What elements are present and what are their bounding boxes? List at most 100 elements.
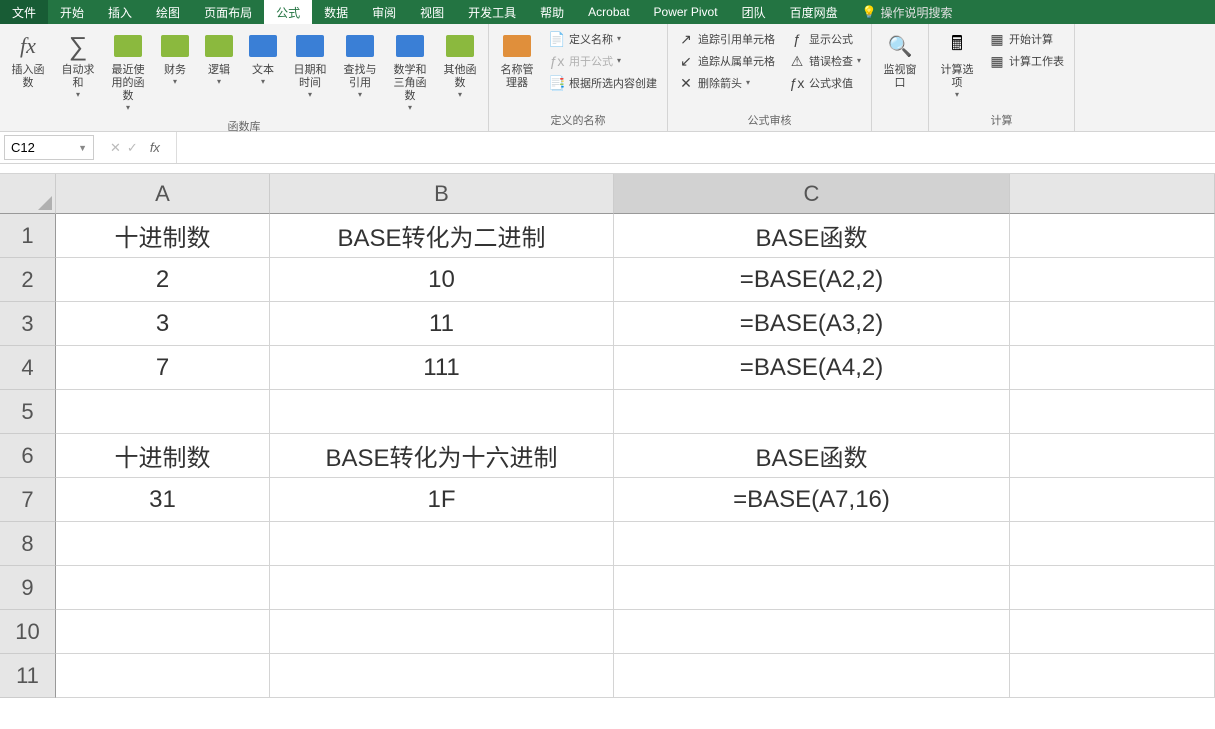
cell[interactable] (1010, 654, 1215, 698)
row-header[interactable]: 2 (0, 258, 56, 302)
cell[interactable]: 111 (270, 346, 614, 390)
cell[interactable] (614, 390, 1010, 434)
text-button[interactable]: 文本 ▾ (242, 27, 284, 116)
name-box[interactable]: C12 ▼ (4, 135, 94, 160)
cell[interactable]: BASE函数 (614, 434, 1010, 478)
cell[interactable] (56, 654, 270, 698)
menu-baidu[interactable]: 百度网盘 (778, 0, 850, 24)
show-formulas-button[interactable]: ƒ 显示公式 (785, 29, 865, 49)
menu-view[interactable]: 视图 (408, 0, 456, 24)
cell[interactable] (1010, 390, 1215, 434)
cell[interactable] (1010, 214, 1215, 258)
menu-team[interactable]: 团队 (730, 0, 778, 24)
col-header-b[interactable]: B (270, 174, 614, 214)
select-all-corner[interactable] (0, 174, 56, 214)
col-header-c[interactable]: C (614, 174, 1010, 214)
col-header-a[interactable]: A (56, 174, 270, 214)
cell[interactable]: BASE函数 (614, 214, 1010, 258)
cell[interactable]: BASE转化为十六进制 (270, 434, 614, 478)
cell[interactable] (56, 390, 270, 434)
menu-home[interactable]: 开始 (48, 0, 96, 24)
cell[interactable]: 十进制数 (56, 434, 270, 478)
menu-review[interactable]: 审阅 (360, 0, 408, 24)
row-header[interactable]: 6 (0, 434, 56, 478)
lookup-ref-button[interactable]: 查找与引用 ▾ (336, 27, 384, 116)
cell[interactable] (1010, 302, 1215, 346)
autosum-button[interactable]: ∑ 自动求和 ▾ (54, 27, 102, 116)
logical-button[interactable]: 逻辑 ▾ (198, 27, 240, 116)
cell[interactable] (1010, 478, 1215, 522)
cell[interactable] (1010, 346, 1215, 390)
calc-sheet-button[interactable]: ▦ 计算工作表 (985, 51, 1068, 71)
cell[interactable] (614, 522, 1010, 566)
error-checking-button[interactable]: ⚠ 错误检查 ▾ (785, 51, 865, 71)
trace-precedents-button[interactable]: ↗ 追踪引用单元格 (674, 29, 779, 49)
define-name-button[interactable]: 📄 定义名称 ▾ (545, 29, 661, 49)
calc-now-button[interactable]: ▦ 开始计算 (985, 29, 1068, 49)
use-in-formula-button[interactable]: ƒx 用于公式 ▾ (545, 51, 661, 71)
cell[interactable] (1010, 566, 1215, 610)
cell[interactable] (56, 610, 270, 654)
trace-dependents-button[interactable]: ↙ 追踪从属单元格 (674, 51, 779, 71)
row-header[interactable]: 10 (0, 610, 56, 654)
row-header[interactable]: 3 (0, 302, 56, 346)
menu-file[interactable]: 文件 (0, 0, 48, 24)
menu-draw[interactable]: 绘图 (144, 0, 192, 24)
cell[interactable]: 2 (56, 258, 270, 302)
cell[interactable]: =BASE(A4,2) (614, 346, 1010, 390)
col-header-d[interactable] (1010, 174, 1215, 214)
cell[interactable] (270, 566, 614, 610)
cell[interactable]: =BASE(A3,2) (614, 302, 1010, 346)
cell[interactable] (614, 654, 1010, 698)
cell[interactable]: 1F (270, 478, 614, 522)
cell[interactable]: 10 (270, 258, 614, 302)
cell[interactable]: BASE转化为二进制 (270, 214, 614, 258)
cell[interactable] (1010, 258, 1215, 302)
cell[interactable]: 11 (270, 302, 614, 346)
menu-acrobat[interactable]: Acrobat (576, 0, 641, 24)
create-from-selection-button[interactable]: 📑 根据所选内容创建 (545, 73, 661, 93)
cell[interactable]: =BASE(A2,2) (614, 258, 1010, 302)
menu-page-layout[interactable]: 页面布局 (192, 0, 264, 24)
cell[interactable]: 3 (56, 302, 270, 346)
menu-formulas[interactable]: 公式 (264, 0, 312, 24)
cell[interactable] (1010, 522, 1215, 566)
cell[interactable]: 31 (56, 478, 270, 522)
cell[interactable] (270, 610, 614, 654)
evaluate-formula-button[interactable]: ƒx 公式求值 (785, 73, 865, 93)
row-header[interactable]: 8 (0, 522, 56, 566)
row-header[interactable]: 5 (0, 390, 56, 434)
date-time-button[interactable]: 日期和时间 ▾ (286, 27, 334, 116)
recently-used-button[interactable]: 最近使用的函数 ▾ (104, 27, 152, 116)
row-header[interactable]: 4 (0, 346, 56, 390)
fx-icon[interactable]: fx (144, 140, 166, 155)
row-header[interactable]: 9 (0, 566, 56, 610)
cell[interactable]: 7 (56, 346, 270, 390)
menu-developer[interactable]: 开发工具 (456, 0, 528, 24)
menu-power-pivot[interactable]: Power Pivot (642, 0, 730, 24)
cell[interactable] (270, 654, 614, 698)
math-trig-button[interactable]: 数学和三角函数 ▾ (386, 27, 434, 116)
cell[interactable]: 十进制数 (56, 214, 270, 258)
menu-help[interactable]: 帮助 (528, 0, 576, 24)
financial-button[interactable]: 财务 ▾ (154, 27, 196, 116)
cell[interactable] (614, 610, 1010, 654)
more-functions-button[interactable]: 其他函数 ▾ (436, 27, 484, 116)
name-manager-button[interactable]: 名称管理器 (493, 27, 541, 110)
formula-bar-resize-handle[interactable] (0, 164, 1215, 174)
cell[interactable] (1010, 434, 1215, 478)
row-header[interactable]: 7 (0, 478, 56, 522)
cell[interactable] (270, 390, 614, 434)
watch-window-button[interactable]: 🔍 监视窗口 (876, 27, 924, 126)
cell[interactable]: =BASE(A7,16) (614, 478, 1010, 522)
cell[interactable] (56, 566, 270, 610)
cell[interactable] (614, 566, 1010, 610)
row-header[interactable]: 11 (0, 654, 56, 698)
formula-input[interactable] (177, 144, 1215, 152)
cell[interactable] (1010, 610, 1215, 654)
insert-function-button[interactable]: fx 插入函数 (4, 27, 52, 116)
accept-formula-icon[interactable]: ✓ (127, 140, 138, 156)
tell-me-search[interactable]: 💡 操作说明搜索 (850, 0, 965, 24)
menu-insert[interactable]: 插入 (96, 0, 144, 24)
cancel-formula-icon[interactable]: ✕ (110, 140, 121, 156)
